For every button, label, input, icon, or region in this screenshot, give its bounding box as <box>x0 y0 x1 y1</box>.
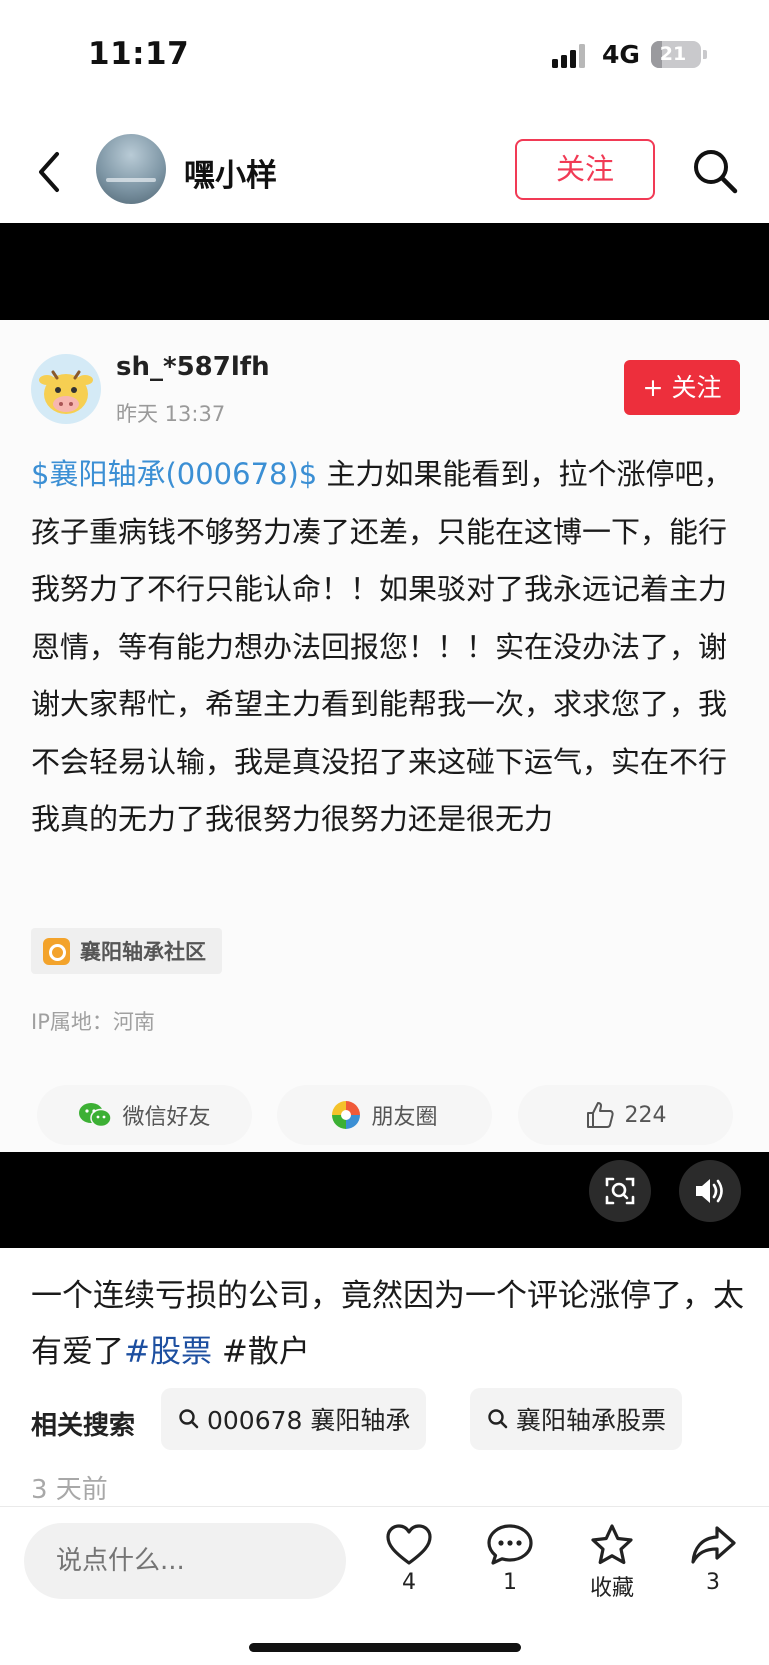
share-moments-label: 朋友圈 <box>371 1105 438 1130</box>
comment-bubble-icon <box>487 1524 533 1565</box>
image-bottom-band <box>0 1152 769 1248</box>
search-icon <box>179 1409 199 1429</box>
screenshot-lens-button[interactable] <box>589 1160 651 1222</box>
username[interactable]: 嘿小样 <box>184 150 277 195</box>
share-row: 微信好友 朋友圈 224 <box>0 1085 769 1145</box>
battery-tip <box>703 50 707 59</box>
comment-input[interactable] <box>24 1523 346 1599</box>
post-screenshot: sh_*587lfh 昨天 13:37 + 关注 $襄阳轴承(000678)$ … <box>0 320 769 1152</box>
search-icon[interactable] <box>689 145 741 197</box>
back-chevron-icon[interactable] <box>30 142 70 202</box>
speaker-icon <box>696 1179 723 1203</box>
share-count: 3 <box>706 1570 720 1595</box>
stock-link[interactable]: $襄阳轴承(000678)$ <box>31 457 317 491</box>
community-label: 襄阳轴承社区 <box>80 940 206 964</box>
note-caption: 一个连续亏损的公司，竟然因为一个评论涨停了，太有爱了#股票 #散户 <box>31 1268 746 1380</box>
related-search-chip[interactable]: 000678 襄阳轴承 <box>161 1388 427 1450</box>
related-search-text: 000678 襄阳轴承 <box>207 1406 411 1435</box>
post-date: 3 天前 <box>31 1475 108 1505</box>
post-body-text: 主力如果能看到，拉个涨停吧，孩子重病钱不够努力凑了还差，只能在这博一下，能行我努… <box>31 457 733 836</box>
sound-button[interactable] <box>679 1160 741 1222</box>
battery-icon: 21 <box>651 41 701 68</box>
community-icon <box>43 937 70 965</box>
network-type: 4G <box>602 40 640 69</box>
share-moments-button[interactable]: 朋友圈 <box>277 1085 492 1145</box>
thumbs-up-icon <box>586 1102 614 1128</box>
post-author[interactable]: sh_*587lfh <box>116 352 270 382</box>
related-search-chip[interactable]: 襄阳轴承股票 <box>470 1388 683 1450</box>
community-tag[interactable]: 襄阳轴承社区 <box>31 928 222 974</box>
status-bar: 11:17 4G 21 <box>0 0 769 110</box>
search-icon <box>488 1409 508 1429</box>
battery-percent: 21 <box>659 43 687 65</box>
share-wechat-label: 微信好友 <box>122 1105 211 1130</box>
like-button[interactable]: 4 <box>374 1522 444 1595</box>
related-search-text: 襄阳轴承股票 <box>516 1406 667 1435</box>
hashtag-link-2[interactable]: #散户 <box>212 1334 310 1370</box>
cow-avatar-icon <box>31 354 101 424</box>
post-like-button[interactable]: 224 <box>518 1085 733 1145</box>
favorite-button[interactable]: 收藏 <box>577 1522 647 1602</box>
bottom-divider <box>0 1506 769 1507</box>
post-body: $襄阳轴承(000678)$ 主力如果能看到，拉个涨停吧，孩子重病钱不够努力凑了… <box>31 446 746 849</box>
user-avatar[interactable] <box>96 134 166 204</box>
wechat-icon <box>79 1103 113 1128</box>
post-time: 昨天 13:37 <box>116 402 226 426</box>
star-icon <box>591 1524 633 1565</box>
ip-location: IP属地：河南 <box>31 1010 155 1034</box>
follow-button[interactable]: 关注 <box>515 139 655 200</box>
related-search-label: 相关搜索 <box>31 1411 136 1441</box>
like-count: 4 <box>402 1570 416 1595</box>
share-button[interactable]: 3 <box>678 1522 748 1595</box>
hashtag-link[interactable]: #股票 <box>124 1334 212 1370</box>
share-wechat-button[interactable]: 微信好友 <box>37 1085 252 1145</box>
moments-icon <box>332 1101 361 1129</box>
post-like-count: 224 <box>624 1102 667 1128</box>
comment-count: 1 <box>503 1570 517 1595</box>
home-indicator <box>249 1643 521 1652</box>
heart-icon <box>386 1524 432 1565</box>
comment-button[interactable]: 1 <box>475 1522 545 1595</box>
lens-icon <box>605 1177 635 1205</box>
favorite-label: 收藏 <box>589 1576 634 1601</box>
share-arrow-icon <box>691 1526 736 1564</box>
status-time: 11:17 <box>88 36 190 72</box>
post-follow-button[interactable]: + 关注 <box>624 360 740 415</box>
image-top-band <box>0 223 769 320</box>
signal-icon <box>552 44 592 68</box>
